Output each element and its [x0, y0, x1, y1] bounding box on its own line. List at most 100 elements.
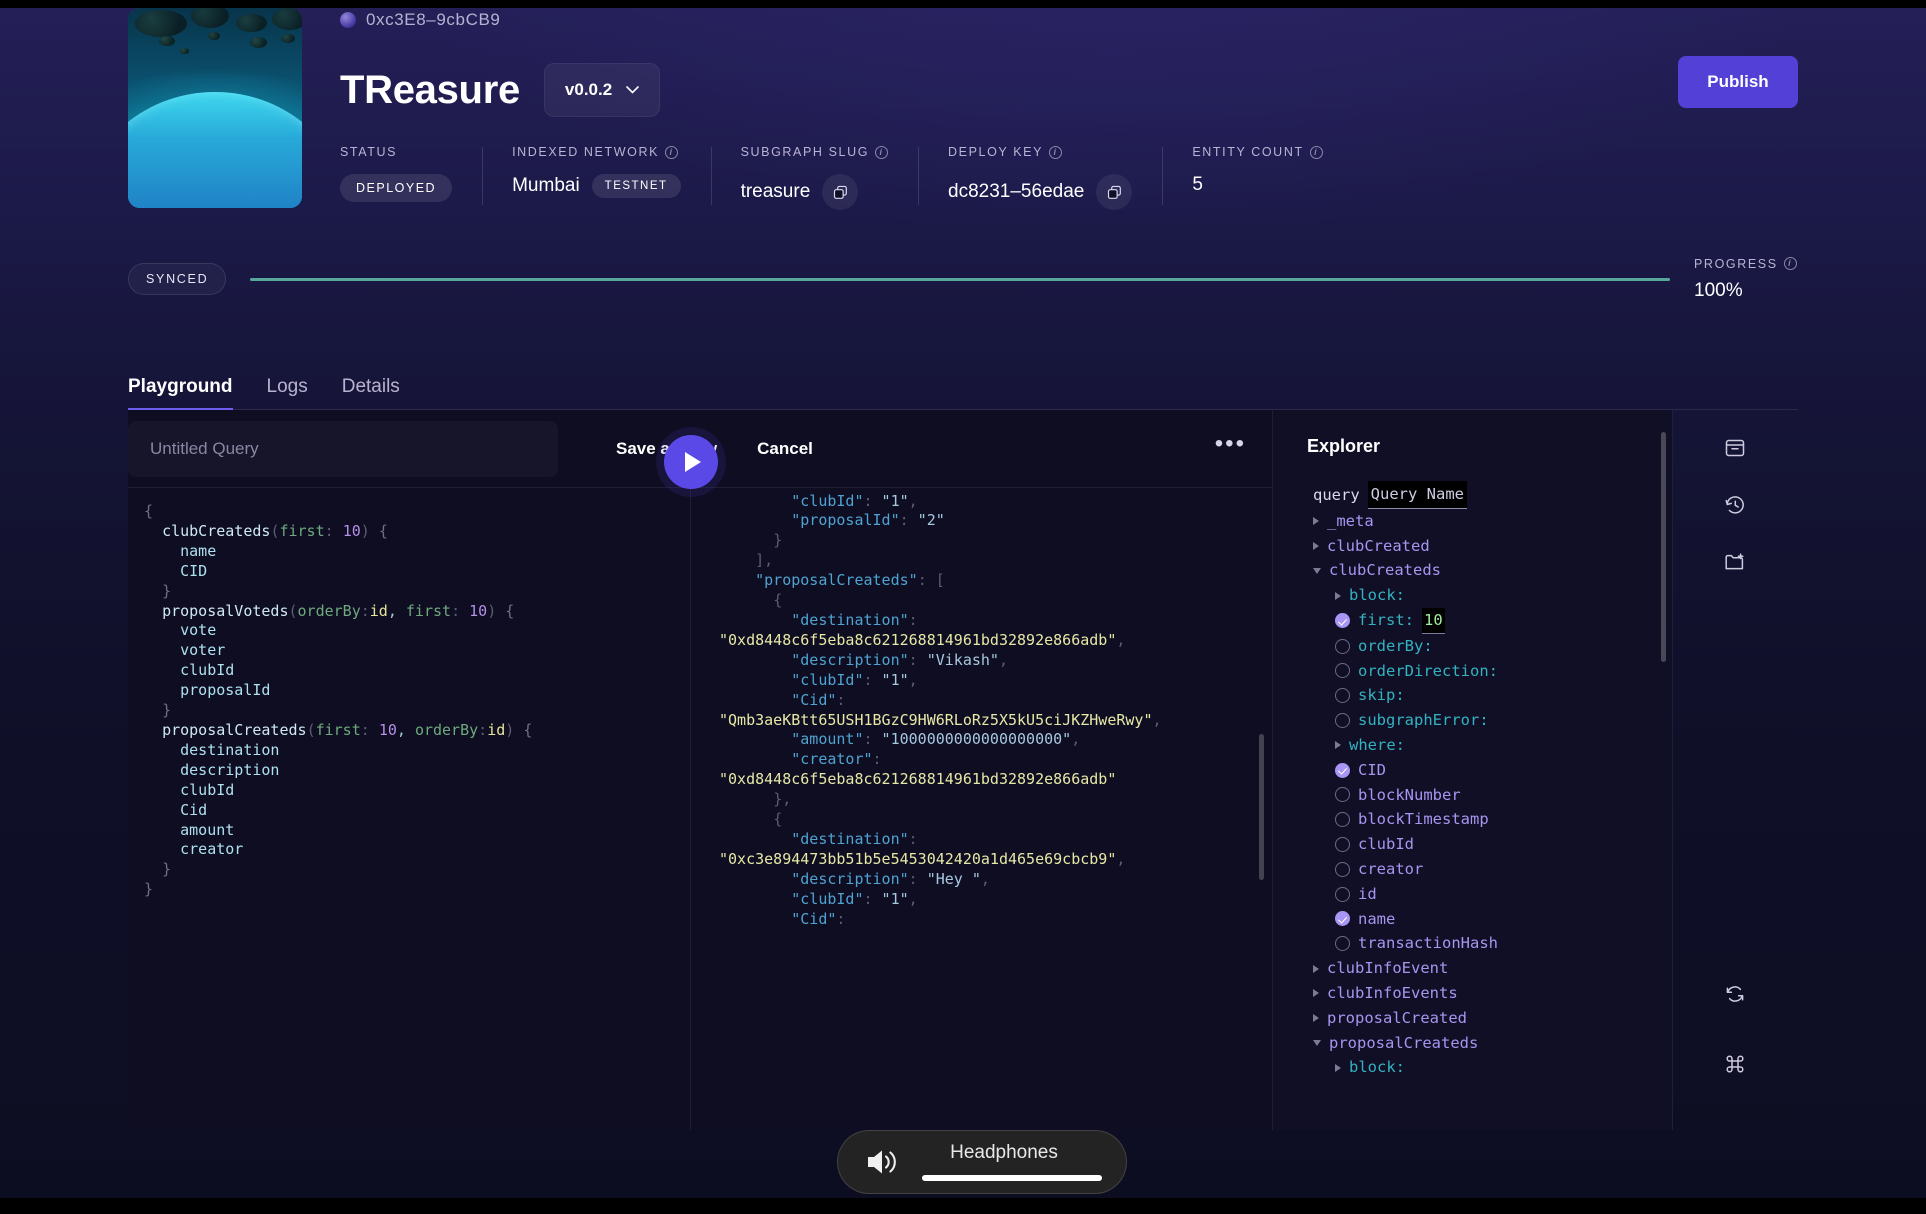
- field-checkbox[interactable]: [1335, 936, 1350, 952]
- volume-hud: Headphones: [837, 1130, 1127, 1194]
- explorer-node[interactable]: proposalCreateds: [1313, 1031, 1672, 1056]
- copy-deploy-key-button[interactable]: [1096, 174, 1133, 210]
- explorer-node[interactable]: clubInfoEvents: [1313, 981, 1672, 1006]
- graphql-query-editor[interactable]: { clubCreateds(first: 10) { name CID } p…: [128, 488, 691, 1130]
- run-query-button[interactable]: Run: [664, 435, 718, 489]
- explorer-node-label: clubId: [1358, 835, 1414, 854]
- info-icon[interactable]: i: [875, 145, 889, 159]
- chevron-right-icon[interactable]: [1313, 541, 1319, 550]
- explorer-node[interactable]: id: [1313, 882, 1672, 907]
- meta-subgraph-slug: SUBGRAPH SLUG i treasure: [710, 145, 918, 210]
- explorer-query-name-input[interactable]: Query Name: [1367, 481, 1467, 509]
- explorer-node[interactable]: block:: [1313, 1055, 1672, 1080]
- subgraph-thumbnail: [128, 8, 302, 208]
- query-name-input[interactable]: [128, 420, 558, 477]
- explorer-title: Explorer: [1307, 436, 1381, 456]
- tab-details[interactable]: Details: [342, 376, 400, 409]
- field-checkbox[interactable]: [1335, 663, 1350, 679]
- explorer-scrollbar[interactable]: [1661, 432, 1666, 662]
- explorer-node[interactable]: orderDirection:: [1313, 659, 1672, 684]
- meta-deploykey-value: dc8231–56edae: [948, 174, 1133, 210]
- chevron-right-icon[interactable]: [1313, 989, 1319, 998]
- refresh-icon[interactable]: [1715, 974, 1755, 1014]
- version-selector[interactable]: v0.0.2: [543, 63, 661, 117]
- explorer-node[interactable]: skip:: [1313, 683, 1672, 708]
- explorer-node[interactable]: clubCreated: [1313, 534, 1672, 559]
- volume-device-label: Headphones: [950, 1142, 1058, 1163]
- command-key-icon[interactable]: [1715, 1044, 1755, 1084]
- explorer-node[interactable]: _meta: [1313, 509, 1672, 534]
- explorer-node[interactable]: clubId: [1313, 832, 1672, 857]
- entity-count-text: 5: [1192, 174, 1203, 195]
- field-checkbox-checked[interactable]: [1335, 762, 1350, 778]
- explorer-node[interactable]: block:: [1313, 583, 1672, 608]
- meta-entity-count: ENTITY COUNT i 5: [1162, 145, 1352, 205]
- explorer-node-label: _meta: [1327, 511, 1374, 530]
- info-icon[interactable]: i: [1049, 145, 1063, 159]
- chevron-right-icon[interactable]: [1313, 1014, 1319, 1023]
- field-checkbox[interactable]: [1335, 837, 1350, 853]
- field-checkbox[interactable]: [1335, 688, 1350, 704]
- new-folder-icon[interactable]: [1715, 542, 1755, 582]
- field-checkbox[interactable]: [1335, 787, 1350, 803]
- tab-logs[interactable]: Logs: [267, 376, 308, 409]
- explorer-node[interactable]: subgraphError:: [1313, 708, 1672, 733]
- explorer-node[interactable]: clubCreateds: [1313, 558, 1672, 583]
- meta-slug-label: SUBGRAPH SLUG i: [741, 145, 889, 159]
- tab-playground[interactable]: Playground: [128, 376, 233, 410]
- history-clock-icon[interactable]: [1715, 485, 1755, 525]
- info-icon[interactable]: i: [1309, 145, 1323, 159]
- info-icon[interactable]: i: [1783, 257, 1797, 270]
- explorer-node-label: proposalCreated: [1327, 1008, 1467, 1027]
- field-checkbox[interactable]: [1335, 861, 1350, 877]
- result-scrollbar[interactable]: [1259, 734, 1264, 880]
- explorer-node-label: name: [1358, 909, 1396, 928]
- cancel-button[interactable]: Cancel: [737, 439, 833, 459]
- page-title: TReasure: [340, 68, 520, 112]
- subgraph-slug-text: treasure: [740, 181, 811, 202]
- explorer-node[interactable]: creator: [1313, 857, 1672, 882]
- explorer-tree: query Query Name _meta clubCreated clubCre…: [1273, 457, 1672, 1080]
- chevron-down-icon[interactable]: [1313, 1039, 1321, 1046]
- field-checkbox[interactable]: [1335, 713, 1350, 729]
- explorer-node[interactable]: blockNumber: [1313, 783, 1672, 808]
- meta-indexed-network: INDEXED NETWORK i Mumbai TESTNET: [482, 145, 710, 205]
- copy-slug-button[interactable]: [822, 174, 859, 210]
- explorer-query-line: query Query Name: [1313, 481, 1672, 509]
- chevron-down-icon[interactable]: [1313, 567, 1321, 574]
- explorer-node[interactable]: where:: [1313, 733, 1672, 758]
- owner-address-text: 0xc3E8–9cbCB9: [366, 10, 501, 29]
- chevron-right-icon[interactable]: [1335, 1063, 1341, 1072]
- more-options-icon[interactable]: •••: [1203, 431, 1258, 459]
- chevron-right-icon[interactable]: [1335, 741, 1341, 750]
- explorer-node-label: clubCreated: [1327, 536, 1430, 555]
- explorer-node[interactable]: blockTimestamp: [1313, 807, 1672, 832]
- chevron-right-icon[interactable]: [1313, 964, 1319, 973]
- field-checkbox-checked[interactable]: [1335, 613, 1350, 629]
- info-icon[interactable]: i: [665, 145, 679, 159]
- explorer-node[interactable]: orderBy:: [1313, 634, 1672, 659]
- explorer-node-label: orderBy:: [1358, 636, 1433, 655]
- explorer-node[interactable]: first: 10: [1313, 607, 1672, 634]
- subgraph-meta-row: STATUS DEPLOYED INDEXED NETWORK i Mumbai…: [340, 145, 1353, 215]
- explorer-node[interactable]: CID: [1313, 758, 1672, 783]
- explorer-node[interactable]: proposalCreated: [1313, 1006, 1672, 1031]
- explorer-node[interactable]: name: [1313, 907, 1672, 932]
- volume-slider[interactable]: [922, 1175, 1102, 1181]
- field-checkbox[interactable]: [1335, 886, 1350, 902]
- explorer-node-label: blockNumber: [1358, 785, 1461, 804]
- explorer-node[interactable]: clubInfoEvent: [1313, 956, 1672, 981]
- chevron-right-icon[interactable]: [1313, 517, 1319, 526]
- explorer-node-value[interactable]: 10: [1422, 607, 1445, 634]
- publish-button[interactable]: Publish: [1678, 56, 1798, 108]
- chevron-right-icon[interactable]: [1335, 591, 1341, 600]
- docs-panel-icon[interactable]: [1715, 428, 1755, 468]
- explorer-node-label: block:: [1349, 1058, 1405, 1077]
- network-badge: TESTNET: [591, 174, 681, 198]
- explorer-node-label: blockTimestamp: [1358, 810, 1489, 829]
- explorer-node[interactable]: transactionHash: [1313, 931, 1672, 956]
- owner-address[interactable]: 0xc3E8–9cbCB9: [340, 10, 500, 30]
- field-checkbox[interactable]: [1335, 638, 1350, 654]
- field-checkbox-checked[interactable]: [1335, 911, 1350, 927]
- field-checkbox[interactable]: [1335, 812, 1350, 828]
